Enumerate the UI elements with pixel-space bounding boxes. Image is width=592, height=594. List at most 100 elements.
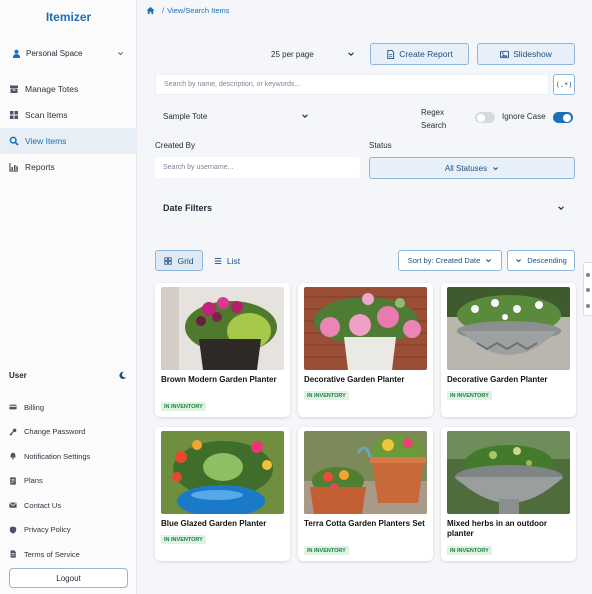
scan-icon — [10, 111, 18, 119]
tote-select-value: Sample Tote — [163, 111, 208, 121]
nav-item-notification-settings[interactable]: Notification Settings — [0, 444, 137, 469]
search-icon — [9, 136, 19, 146]
account-item-label: Terms of Service — [24, 549, 80, 559]
chevron-down-icon — [302, 114, 308, 118]
grid-icon — [164, 256, 173, 265]
item-card[interactable]: Mixed herbs in an outdoor planter IN INV… — [441, 427, 576, 561]
nav-label: Manage Totes — [25, 84, 79, 94]
breadcrumb: / View/Search Items — [146, 4, 229, 16]
regex-search-toggle[interactable] — [475, 112, 495, 123]
image-icon — [500, 50, 510, 58]
status-select[interactable]: All Statuses — [369, 157, 575, 179]
item-photo[interactable] — [161, 431, 284, 514]
per-page-select[interactable]: 25 per page — [271, 47, 355, 61]
status-badge: IN INVENTORY — [304, 546, 349, 555]
breadcrumb-separator: / — [162, 5, 165, 15]
nav-item-change-password[interactable]: Change Password — [0, 420, 137, 445]
nav-item-view-items[interactable]: View Items — [0, 128, 137, 154]
list-icon — [214, 257, 222, 264]
item-title: Terra Cotta Garden Planters Set — [304, 519, 425, 528]
nav-item-billing[interactable]: Billing — [0, 395, 137, 420]
handle-dot — [586, 288, 590, 292]
document-icon — [10, 550, 16, 558]
slideshow-label: Slideshow — [513, 49, 552, 59]
key-icon — [9, 428, 17, 436]
chevron-down-icon — [486, 259, 492, 263]
moon-icon[interactable] — [118, 371, 127, 380]
nav-item-plans[interactable]: Plans — [0, 469, 137, 494]
home-icon[interactable] — [146, 6, 155, 15]
status-badge: IN INVENTORY — [304, 391, 349, 400]
chevron-down-icon — [348, 52, 354, 56]
user-icon — [12, 49, 21, 58]
nav-item-scan-items[interactable]: Scan Items — [0, 102, 137, 128]
slideshow-button[interactable]: Slideshow — [477, 43, 575, 65]
per-page-value: 25 per page — [271, 49, 314, 59]
create-report-button[interactable]: Create Report — [370, 43, 469, 65]
planter-photo — [161, 431, 284, 514]
toggle-knob — [563, 113, 571, 122]
item-photo[interactable] — [304, 431, 427, 514]
nav-item-privacy-policy[interactable]: Privacy Policy — [0, 518, 137, 543]
item-card[interactable]: Decorative Garden Planter IN INVENTORY — [441, 283, 576, 417]
toggle-knob — [477, 113, 485, 122]
status-badge: IN INVENTORY — [161, 402, 206, 411]
item-title: Decorative Garden Planter — [447, 375, 548, 384]
logout-button[interactable]: Logout — [9, 568, 128, 588]
item-card[interactable]: Brown Modern Garden Planter IN INVENTORY — [155, 283, 290, 417]
account-item-label: Privacy Policy — [24, 525, 71, 535]
item-card[interactable]: Decorative Garden Planter IN INVENTORY — [298, 283, 433, 417]
space-label: Personal Space — [26, 48, 83, 58]
account-item-label: Notification Settings — [24, 451, 91, 461]
totes-icon — [10, 85, 18, 93]
list-view-button[interactable]: List — [203, 250, 251, 271]
nav-item-terms-of-service[interactable]: Terms of Service — [0, 542, 137, 567]
tote-select[interactable]: Sample Tote — [155, 108, 315, 124]
item-photo[interactable] — [161, 287, 284, 370]
regex-search-label: Regex Search — [421, 108, 447, 130]
created-by-label: Created By — [155, 141, 196, 150]
handle-dot — [586, 273, 590, 277]
chevron-down-icon — [558, 206, 564, 210]
nav-item-reports[interactable]: Reports — [0, 154, 137, 180]
created-by-input[interactable]: Search by username... — [155, 157, 360, 178]
status-badge: IN INVENTORY — [447, 546, 492, 555]
item-photo[interactable] — [447, 431, 570, 514]
side-panel-handle[interactable] — [583, 262, 592, 316]
user-section-heading: User — [9, 369, 127, 381]
ignore-case-toggle[interactable] — [553, 112, 573, 123]
shield-icon — [9, 526, 17, 534]
item-title: Blue Glazed Garden Planter — [161, 519, 267, 528]
nav-item-contact-us[interactable]: Contact Us — [0, 493, 137, 518]
sort-order-button[interactable]: Descending — [507, 250, 575, 271]
sort-select[interactable]: Sort by: Created Date — [398, 250, 502, 271]
bell-icon — [10, 453, 16, 460]
search-input[interactable]: Search by name, description, or keywords… — [155, 74, 549, 95]
ignore-case-label: Ignore Case — [502, 112, 546, 121]
planter-photo — [447, 287, 570, 370]
nav-item-manage-totes[interactable]: Manage Totes — [0, 76, 137, 102]
user-heading-label: User — [9, 370, 27, 380]
nav-label: Reports — [25, 162, 55, 172]
space-selector[interactable]: Personal Space — [12, 46, 124, 60]
status-badge: IN INVENTORY — [447, 391, 492, 400]
item-card[interactable]: Terra Cotta Garden Planters Set IN INVEN… — [298, 427, 433, 561]
item-title: Mixed herbs in an outdoor planter — [447, 519, 548, 538]
sort-select-value: Sort by: Created Date — [407, 256, 481, 265]
app-logo[interactable]: Itemizer — [0, 10, 137, 24]
grid-view-button[interactable]: Grid — [155, 250, 203, 271]
grid-view-label: Grid — [177, 255, 194, 266]
status-label: Status — [369, 141, 392, 150]
item-photo[interactable] — [304, 287, 427, 370]
regex-button[interactable]: (.*) — [553, 74, 575, 95]
item-title: Brown Modern Garden Planter — [161, 375, 277, 384]
nav-label: View Items — [25, 136, 67, 146]
planter-photo — [447, 431, 570, 514]
create-report-label: Create Report — [399, 49, 453, 59]
breadcrumb-current[interactable]: View/Search Items — [167, 6, 229, 15]
sort-order-value: Descending — [527, 256, 567, 265]
item-card[interactable]: Blue Glazed Garden Planter IN INVENTORY — [155, 427, 290, 561]
sidebar: Itemizer Personal Space Manage Totes Sca… — [0, 0, 137, 594]
item-photo[interactable] — [447, 287, 570, 370]
date-filters-toggle[interactable]: Date Filters — [155, 199, 575, 217]
